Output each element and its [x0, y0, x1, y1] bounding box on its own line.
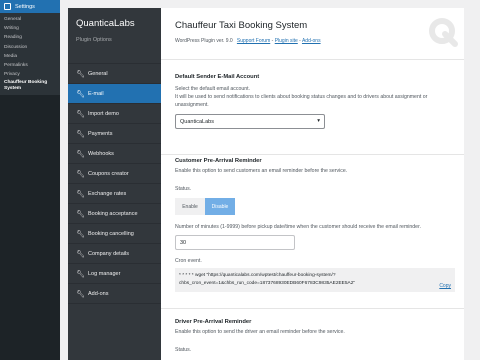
sender-desc-3: unassignment.	[175, 102, 209, 108]
wrench-icon: 🔧︎	[76, 270, 85, 278]
chevron-down-icon: ▾	[317, 118, 320, 124]
cron-label: Cron event.	[175, 258, 202, 264]
plugin-brand-name: QuanticaLabs	[76, 18, 135, 29]
section-divider	[161, 308, 464, 309]
nav-item-label: Coupons creator	[88, 170, 129, 177]
settings-submenu: General Writing Reading Discussion Media…	[0, 13, 60, 96]
nav-item-label: Company details	[88, 250, 129, 257]
wrench-icon: 🔧︎	[76, 230, 85, 238]
settings-panel: Chauffeur Taxi Booking System WordPress …	[161, 8, 464, 360]
customer-reminder-desc: Enable this option to send customers an …	[175, 168, 348, 174]
nav-item-company-details[interactable]: 🔧︎ Company details	[68, 244, 161, 264]
plugin-meta: WordPress Plugin ver. 9.0 Support Forum …	[175, 38, 464, 44]
nav-item-label: Booking acceptance	[88, 210, 138, 217]
cron-line-1: * * * * * wget "https://quanticalabs.com…	[179, 273, 336, 278]
wrench-icon: 🔧︎	[76, 130, 85, 138]
driver-reminder-desc: Enable this option to send the driver an…	[175, 329, 345, 335]
nav-item-label: General	[88, 70, 108, 77]
plugin-nav-list: 🔧︎ General 🔧︎ E-mail 🔧︎ Import demo 🔧︎ Payme…	[68, 63, 161, 304]
submenu-discussion[interactable]: Discussion	[0, 43, 60, 52]
nav-item-exchange-rates[interactable]: 🔧︎ Exchange rates	[68, 184, 161, 204]
wrench-icon: 🔧︎	[76, 70, 85, 78]
submenu-chauffeur-booking[interactable]: Chauffeur Booking System	[0, 79, 60, 92]
sender-section: Default Sender E-Mail Account Select the…	[161, 74, 441, 129]
sender-desc-2: It will be used to send notifications to…	[175, 94, 428, 100]
customer-reminder-title: Customer Pre-Arrival Reminder	[175, 158, 262, 164]
nav-item-booking-cancelling[interactable]: 🔧︎ Booking cancelling	[68, 224, 161, 244]
nav-item-label: Add-ons	[88, 290, 109, 297]
wrench-icon: 🔧︎	[76, 210, 85, 218]
nav-item-coupons-creator[interactable]: 🔧︎ Coupons creator	[68, 164, 161, 184]
submenu-writing[interactable]: Writing	[0, 24, 60, 33]
driver-reminder-section: Driver Pre-Arrival Reminder Enable this …	[161, 319, 359, 353]
settings-icon	[4, 3, 11, 10]
submenu-chauffeur-line2: System	[4, 86, 22, 92]
customer-status-label: Status.	[175, 186, 192, 192]
nav-item-label: Import demo	[88, 110, 119, 117]
submenu-permalinks[interactable]: Permalinks	[0, 61, 60, 70]
wrench-icon: 🔧︎	[76, 170, 85, 178]
nav-item-import-demo[interactable]: 🔧︎ Import demo	[68, 104, 161, 124]
section-divider	[161, 154, 464, 155]
plugin-nav-header: QuanticaLabs Plugin Options	[68, 8, 161, 63]
submenu-privacy[interactable]: Privacy	[0, 70, 60, 79]
page-content: QuanticaLabs Plugin Options 🔧︎ General 🔧︎…	[60, 0, 480, 360]
nav-item-label: Webhooks	[88, 150, 114, 157]
nav-item-label: Booking cancelling	[88, 230, 134, 237]
customer-reminder-section: Customer Pre-Arrival Reminder Enable thi…	[161, 158, 469, 292]
nav-item-email[interactable]: 🔧︎ E-mail	[68, 84, 161, 104]
menu-item-settings[interactable]: Settings	[0, 0, 60, 13]
cron-command-box: * * * * * wget "https://quanticalabs.com…	[175, 268, 455, 292]
wrench-icon: 🔧︎	[76, 110, 85, 118]
page-title: Chauffeur Taxi Booking System	[175, 20, 308, 31]
nav-item-log-manager[interactable]: 🔧︎ Log manager	[68, 264, 161, 284]
sender-account-select[interactable]: QuanticaLabs ▾	[175, 114, 325, 129]
wrench-icon: 🔧︎	[76, 150, 85, 158]
wrench-icon: 🔧︎	[76, 90, 85, 98]
nav-item-general[interactable]: 🔧︎ General	[68, 64, 161, 84]
customer-status-toggle: Enable Disable	[175, 198, 455, 215]
submenu-general[interactable]: General	[0, 15, 60, 24]
enable-button[interactable]: Enable	[175, 198, 205, 215]
plugin-nav-subtitle: Plugin Options	[76, 37, 112, 43]
disable-button[interactable]: Disable	[205, 198, 235, 215]
cron-line-2: chbs_cron_event=1&chbs_run_code=18737689…	[179, 281, 356, 286]
wp-admin-sidebar: Settings General Writing Reading Discuss…	[0, 0, 60, 360]
plugin-options-nav: QuanticaLabs Plugin Options 🔧︎ General 🔧︎…	[68, 8, 161, 360]
submenu-media[interactable]: Media	[0, 52, 60, 61]
driver-reminder-title: Driver Pre-Arrival Reminder	[175, 319, 252, 325]
panel-header: Chauffeur Taxi Booking System WordPress …	[161, 8, 464, 60]
nav-item-label: Log manager	[88, 270, 121, 277]
sender-section-title: Default Sender E-Mail Account	[175, 74, 260, 80]
submenu-reading[interactable]: Reading	[0, 33, 60, 42]
nav-item-label: E-mail	[88, 90, 104, 97]
nav-item-webhooks[interactable]: 🔧︎ Webhooks	[68, 144, 161, 164]
minutes-label: Number of minutes (1-9999) before pickup…	[175, 224, 421, 230]
driver-status-label: Status.	[175, 347, 192, 353]
plugin-site-link[interactable]: Plugin site	[275, 38, 298, 44]
add-ons-link[interactable]: Add-ons	[302, 38, 321, 44]
menu-item-settings-label: Settings	[15, 3, 35, 10]
sender-desc-1: Select the default email account.	[175, 86, 250, 92]
nav-item-label: Exchange rates	[88, 190, 127, 197]
minutes-input[interactable]: 30	[175, 235, 295, 250]
wrench-icon: 🔧︎	[76, 290, 85, 298]
support-forum-link[interactable]: Support Forum	[237, 38, 270, 44]
copy-link[interactable]: Copy	[439, 282, 451, 290]
plugin-version: WordPress Plugin ver. 9.0	[175, 38, 233, 44]
sender-account-value: QuanticaLabs	[180, 118, 214, 125]
wrench-icon: 🔧︎	[76, 250, 85, 258]
nav-item-add-ons[interactable]: 🔧︎ Add-ons	[68, 284, 161, 304]
nav-item-booking-acceptance[interactable]: 🔧︎ Booking acceptance	[68, 204, 161, 224]
wrench-icon: 🔧︎	[76, 190, 85, 198]
nav-item-payments[interactable]: 🔧︎ Payments	[68, 124, 161, 144]
quanticalabs-logo-icon	[429, 18, 458, 47]
nav-item-label: Payments	[88, 130, 113, 137]
